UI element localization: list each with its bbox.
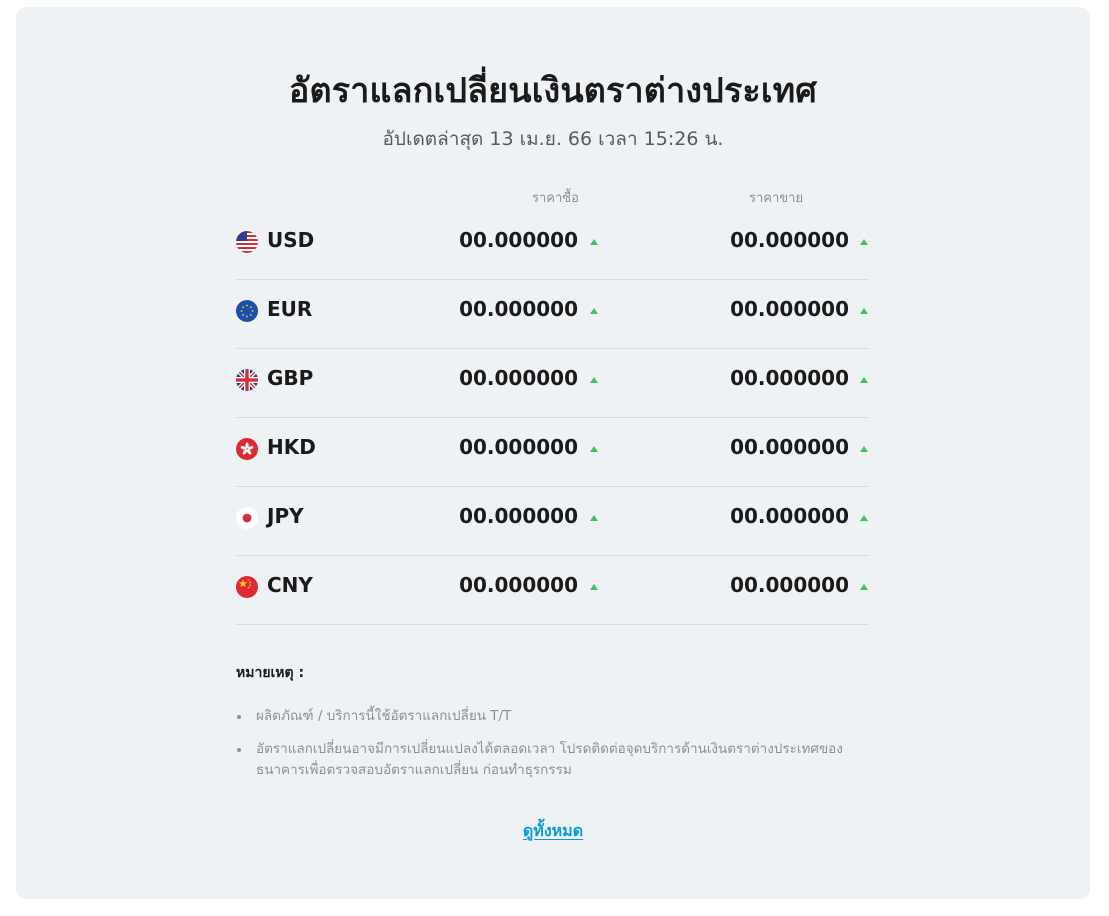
sell-rate: 00.000000	[730, 504, 849, 528]
notes-list: ผลิตภัณฑ์ / บริการนี้ใช้อัตราแลกเปลี่ยน …	[236, 706, 876, 781]
currency-code: GBP	[267, 366, 314, 390]
table-header: ราคาซื้อ ราคาขาย	[236, 185, 869, 217]
buy-rate: 00.000000	[459, 573, 578, 597]
currency-code: JPY	[267, 504, 304, 528]
exchange-rate-table: ราคาซื้อ ราคาขาย USD 00.000000 00.000000…	[236, 185, 869, 625]
currency-code: CNY	[267, 573, 313, 597]
buy-rate: 00.000000	[459, 366, 578, 390]
table-row: HKD 00.000000 00.000000	[236, 418, 869, 487]
table-row: GBP 00.000000 00.000000	[236, 349, 869, 418]
notes-section: หมายเหตุ : ผลิตภัณฑ์ / บริการนี้ใช้อัตรา…	[236, 662, 876, 793]
buy-price-header: ราคาซื้อ	[532, 191, 579, 206]
sell-rate: 00.000000	[730, 228, 849, 252]
trend-up-icon	[590, 446, 598, 452]
view-all-container: ดูทั้งหมด	[16, 819, 1090, 844]
currency-code: HKD	[267, 435, 316, 459]
list-item: อัตราแลกเปลี่ยนอาจมีการเปลี่ยนแปลงได้ตลอ…	[236, 739, 876, 781]
eu-flag-icon	[236, 300, 258, 322]
view-all-link[interactable]: ดูทั้งหมด	[523, 821, 583, 840]
sell-rate: 00.000000	[730, 435, 849, 459]
cn-flag-icon	[236, 576, 258, 598]
buy-rate: 00.000000	[459, 228, 578, 252]
sell-price-header: ราคาขาย	[749, 191, 804, 206]
list-item: ผลิตภัณฑ์ / บริการนี้ใช้อัตราแลกเปลี่ยน …	[236, 706, 876, 727]
hk-flag-icon	[236, 438, 258, 460]
buy-rate: 00.000000	[459, 504, 578, 528]
us-flag-icon	[236, 231, 258, 253]
trend-up-icon	[860, 584, 868, 590]
trend-up-icon	[590, 515, 598, 521]
jp-flag-icon	[236, 507, 258, 529]
sell-rate: 00.000000	[730, 297, 849, 321]
buy-rate: 00.000000	[459, 435, 578, 459]
exchange-rate-card: อัตราแลกเปลี่ยนเงินตราต่างประเทศ อัปเดตล…	[16, 7, 1090, 899]
sell-rate: 00.000000	[730, 573, 849, 597]
notes-title: หมายเหตุ :	[236, 665, 305, 681]
last-updated-text: อัปเดตล่าสุด 13 เม.ย. 66 เวลา 15:26 น.	[382, 128, 724, 150]
table-row: USD 00.000000 00.000000	[236, 217, 869, 280]
sell-rate: 00.000000	[730, 366, 849, 390]
trend-up-icon	[590, 308, 598, 314]
buy-rate: 00.000000	[459, 297, 578, 321]
trend-up-icon	[590, 239, 598, 245]
trend-up-icon	[860, 515, 868, 521]
trend-up-icon	[590, 584, 598, 590]
trend-up-icon	[860, 239, 868, 245]
trend-up-icon	[860, 308, 868, 314]
table-row: EUR 00.000000 00.000000	[236, 280, 869, 349]
trend-up-icon	[860, 446, 868, 452]
trend-up-icon	[590, 377, 598, 383]
gb-flag-icon	[236, 369, 258, 391]
page-title: อัตราแลกเปลี่ยนเงินตราต่างประเทศ	[288, 71, 818, 111]
trend-up-icon	[860, 377, 868, 383]
table-row: CNY 00.000000 00.000000	[236, 556, 869, 625]
currency-code: EUR	[267, 297, 313, 321]
table-row: JPY 00.000000 00.000000	[236, 487, 869, 556]
currency-code: USD	[267, 228, 315, 252]
